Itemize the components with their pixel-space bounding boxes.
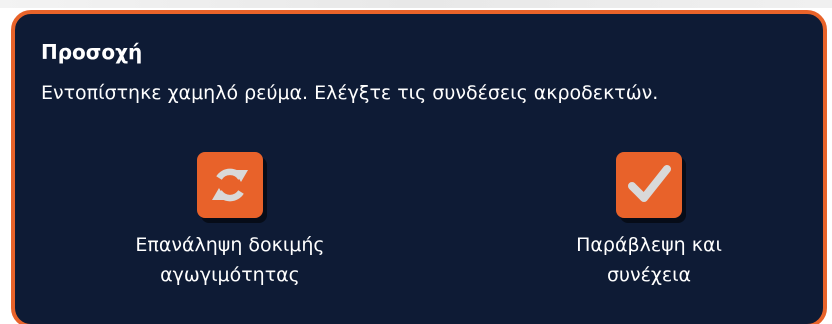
retry-label-line-2: αγωγιμότητας [160,264,300,286]
dialog-title: Προσοχή [41,40,143,64]
skip-and-continue-button[interactable]: Παράβλεψη και συνέχεια [529,152,769,290]
retry-conductivity-test-button[interactable]: Επανάληψη δοκιμής αγωγιμότητας [110,152,350,290]
dialog-message: Εντοπίστηκε χαμηλό ρεύμα. Ελέγξτε τις συ… [41,82,659,104]
retry-label-line-1: Επανάληψη δοκιμής [135,234,325,256]
skip-label-line-1: Παράβλεψη και [576,234,722,256]
screen: Προσοχή Εντοπίστηκε χαμηλό ρεύμα. Ελέγξτ… [0,0,832,324]
skip-label-line-2: συνέχεια [606,264,692,286]
alert-dialog: Προσοχή Εντοπίστηκε χαμηλό ρεύμα. Ελέγξτ… [11,10,827,324]
background-strip [0,0,832,8]
refresh-icon [197,152,263,218]
checkmark-icon [616,152,682,218]
